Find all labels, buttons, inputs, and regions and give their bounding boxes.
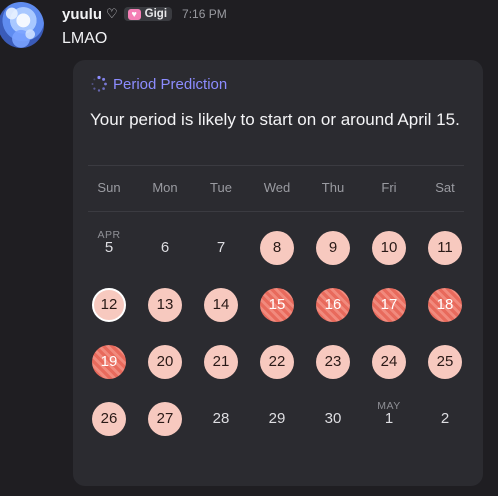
calendar-day[interactable]: 2 [428,402,462,436]
calendar-day[interactable]: 14 [204,288,238,322]
calendar-day[interactable]: 5 [92,231,126,265]
calendar-day[interactable]: 10 [372,231,406,265]
calendar-day[interactable]: 30 [316,402,350,436]
weekday-sat: Sat [435,180,455,195]
weekday-mon: Mon [152,180,178,195]
calendar-day[interactable]: 7 [204,231,238,265]
message-text: LMAO [62,30,108,47]
calendar-day[interactable]: 8 [260,231,294,265]
calendar-day[interactable]: 19 [92,345,126,379]
calendar-day[interactable]: 1 [372,402,406,436]
calendar-day[interactable]: 27 [148,402,182,436]
calendar-day[interactable]: 26 [92,402,126,436]
role-tag[interactable]: ♥ Gigi [123,7,173,21]
calendar-day[interactable]: 22 [260,345,294,379]
calendar-day[interactable]: 28 [204,402,238,436]
loader-icon [91,75,107,92]
calendar-day[interactable]: 25 [428,345,462,379]
period-prediction-card: Period Prediction Your period is likely … [73,60,483,486]
calendar-day[interactable]: 24 [372,345,406,379]
heart-outline-icon: ♡ [106,6,118,21]
weekday-fri: Fri [381,180,397,195]
calendar-day[interactable]: 17 [372,288,406,322]
divider [88,165,464,166]
calendar-day[interactable]: 21 [204,345,238,379]
timestamp: 7:16 PM [182,7,227,21]
username[interactable]: yuulu [62,6,102,23]
divider [88,211,464,212]
calendar-day[interactable]: 20 [148,345,182,379]
weekday-sun: Sun [97,180,121,195]
calendar-day[interactable]: 13 [148,288,182,322]
message-header: yuulu ♡ ♥ Gigi 7:16 PM [62,4,227,24]
calendar-day[interactable]: 18 [428,288,462,322]
prediction-text: Your period is likely to start on or aro… [90,110,460,129]
role-tag-label: Gigi [144,8,168,20]
weekday-tue: Tue [210,180,232,195]
heart-icon: ♥ [127,8,141,20]
calendar-day[interactable]: 23 [316,345,350,379]
calendar-day[interactable]: 6 [148,231,182,265]
card-title-label: Period Prediction [113,75,228,93]
calendar-day[interactable]: 9 [316,231,350,265]
avatar[interactable] [0,2,44,48]
calendar-day[interactable]: 11 [428,231,462,265]
weekday-wed: Wed [263,180,291,195]
calendar-day[interactable]: 16 [316,288,350,322]
calendar-day[interactable]: 15 [260,288,294,322]
calendar-day[interactable]: 12 [92,288,126,322]
calendar-day[interactable]: 29 [260,402,294,436]
weekday-thu: Thu [321,180,345,195]
card-title: Period Prediction [90,75,227,93]
